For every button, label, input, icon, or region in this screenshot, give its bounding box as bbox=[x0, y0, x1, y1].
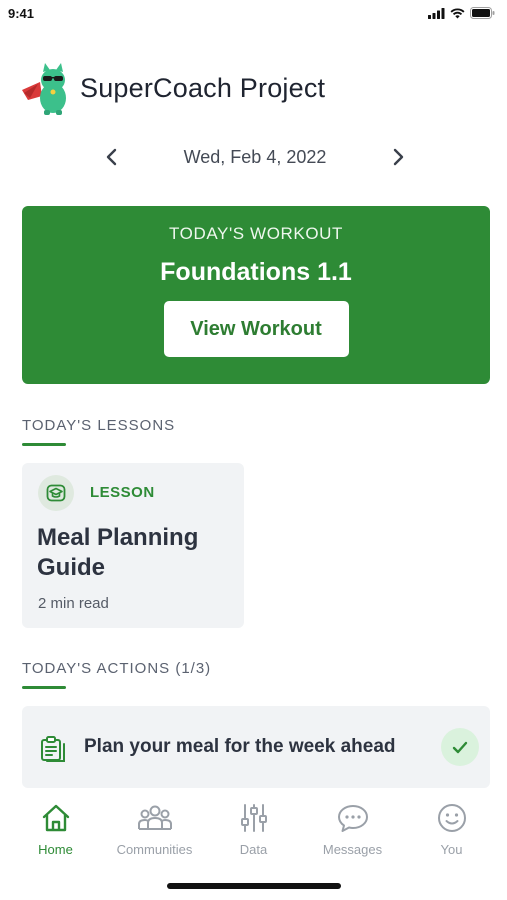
tab-label: You bbox=[440, 842, 463, 857]
bottom-tab-bar: Home Communities Data Messages You bbox=[0, 796, 507, 860]
clipboard-icon bbox=[41, 736, 65, 762]
actions-heading: TODAY'S ACTIONS (1/3) bbox=[22, 660, 212, 677]
action-label: Plan your meal for the week ahead bbox=[84, 736, 396, 757]
action-item[interactable]: Plan your meal for the week ahead bbox=[22, 706, 490, 788]
date-navigator: Wed, Feb 4, 2022 bbox=[100, 140, 410, 174]
previous-day-button[interactable] bbox=[100, 145, 124, 169]
lesson-kind-label: LESSON bbox=[90, 484, 155, 501]
lesson-card[interactable]: LESSON Meal Planning Guide 2 min read bbox=[22, 463, 244, 628]
home-indicator[interactable] bbox=[167, 883, 341, 889]
graduation-cap-icon bbox=[46, 484, 66, 502]
tab-home[interactable]: Home bbox=[6, 796, 105, 860]
tab-label: Communities bbox=[116, 842, 193, 857]
sliders-icon bbox=[240, 804, 267, 832]
tab-messages[interactable]: Messages bbox=[303, 796, 402, 860]
tab-you[interactable]: You bbox=[402, 796, 501, 860]
chevron-right-icon bbox=[393, 148, 404, 166]
battery-icon bbox=[470, 7, 495, 19]
workout-title: Foundations 1.1 bbox=[160, 258, 352, 286]
status-bar: 9:41 bbox=[0, 0, 507, 28]
status-icons bbox=[428, 7, 495, 19]
chevron-left-icon bbox=[106, 148, 117, 166]
workout-kicker: TODAY'S WORKOUT bbox=[168, 224, 344, 243]
tab-label: Home bbox=[38, 842, 73, 857]
mascot-logo-icon bbox=[22, 63, 66, 115]
todays-workout-card: TODAY'S WORKOUT Foundations 1.1 View Wor… bbox=[22, 206, 490, 384]
tab-label: Data bbox=[239, 842, 268, 857]
lesson-read-time: 2 min read bbox=[38, 595, 109, 612]
next-day-button[interactable] bbox=[386, 145, 410, 169]
tab-data[interactable]: Data bbox=[204, 796, 303, 860]
cellular-signal-icon bbox=[428, 7, 445, 19]
home-icon bbox=[42, 804, 69, 832]
checkmark-icon bbox=[452, 741, 468, 753]
app-title: SuperCoach Project bbox=[80, 72, 326, 103]
lessons-heading: TODAY'S LESSONS bbox=[22, 417, 176, 434]
actions-heading-underline bbox=[22, 686, 66, 689]
smiley-icon bbox=[437, 804, 466, 832]
action-done-toggle[interactable] bbox=[441, 728, 479, 766]
lesson-title: Meal Planning Guide bbox=[37, 524, 199, 581]
status-time: 9:41 bbox=[8, 6, 35, 21]
tab-label: Messages bbox=[322, 842, 383, 857]
view-workout-button[interactable]: View Workout bbox=[163, 301, 349, 357]
lesson-badge bbox=[38, 475, 74, 511]
tab-communities[interactable]: Communities bbox=[105, 796, 204, 860]
wifi-icon bbox=[450, 7, 465, 18]
chat-icon bbox=[337, 805, 368, 832]
people-icon bbox=[137, 805, 172, 830]
lessons-heading-underline bbox=[22, 443, 66, 446]
current-date: Wed, Feb 4, 2022 bbox=[183, 146, 327, 167]
app-header: SuperCoach Project bbox=[20, 60, 325, 116]
